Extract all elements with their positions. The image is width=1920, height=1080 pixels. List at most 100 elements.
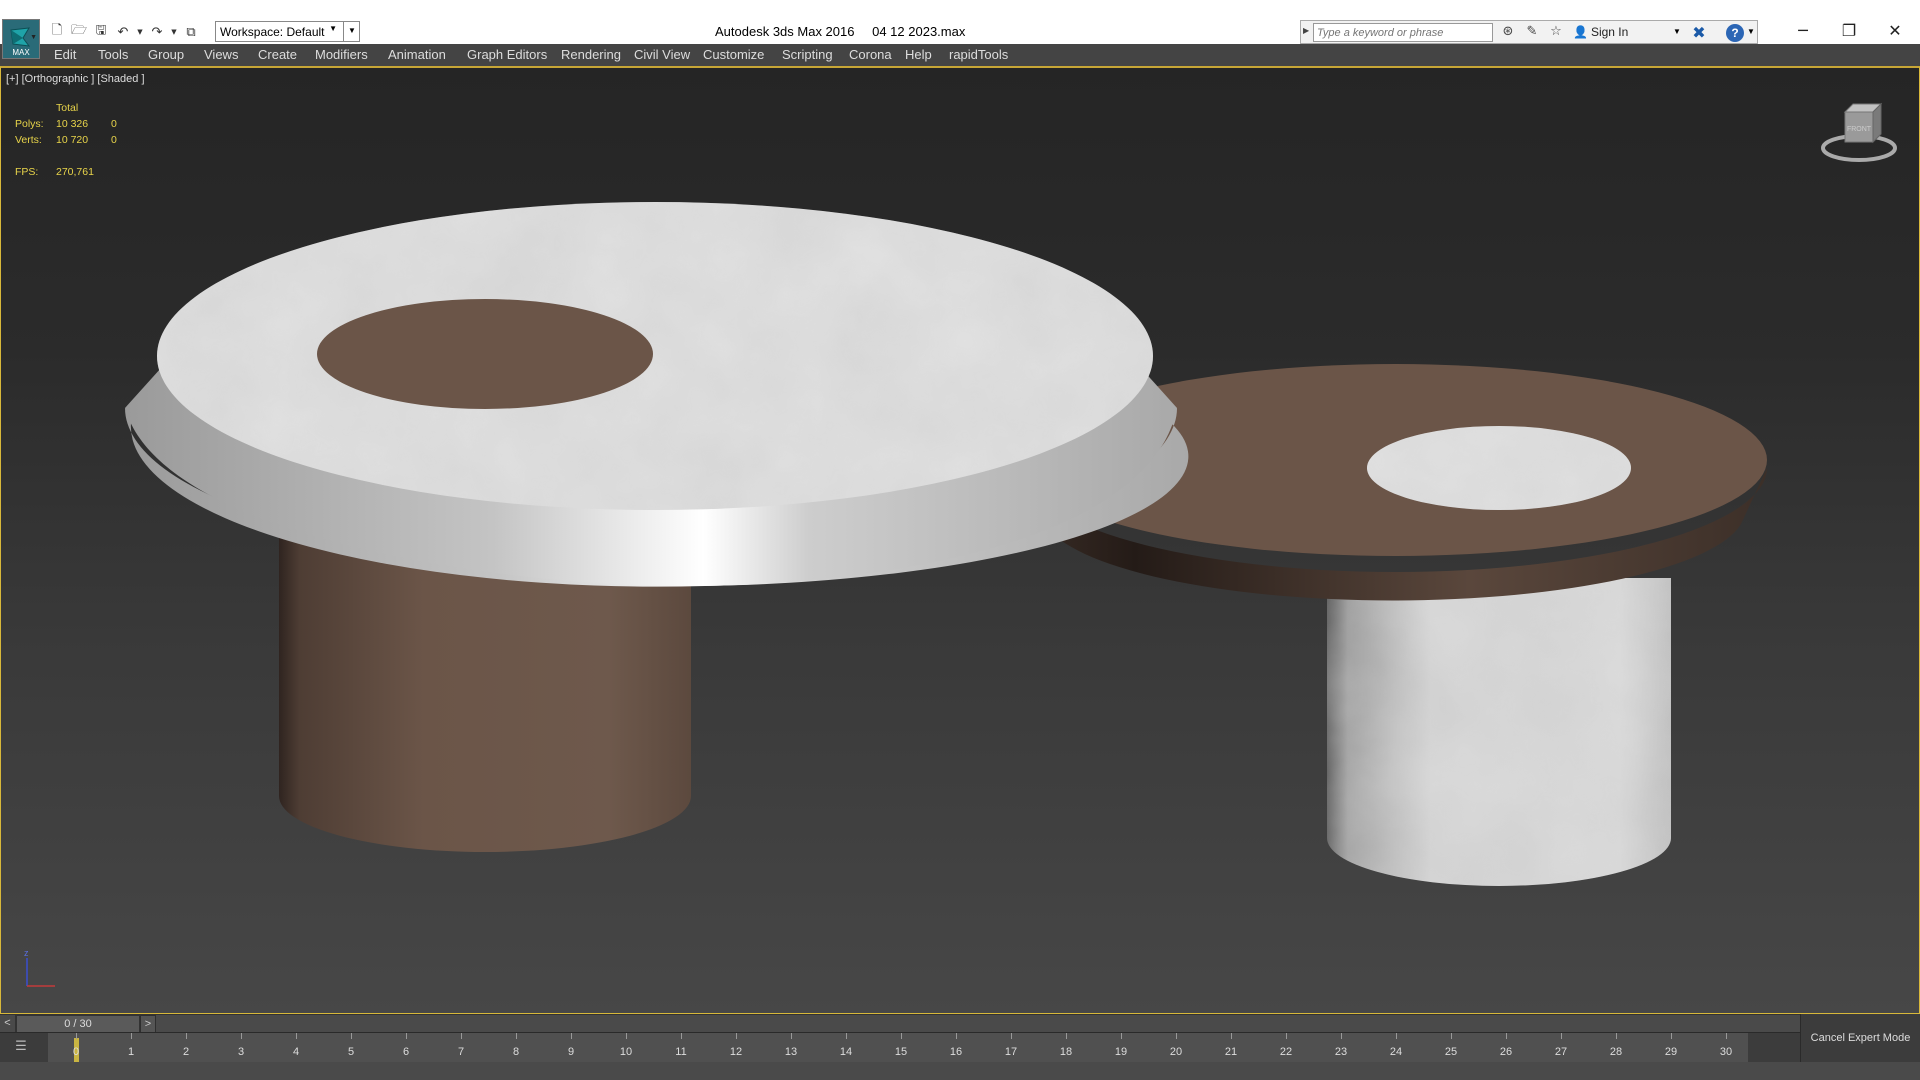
menu-corona[interactable]: Corona [849,47,892,62]
track-bar-tick [1286,1033,1287,1039]
user-icon: 👤 [1573,25,1588,39]
scene-render[interactable] [1,68,1919,1014]
track-bar-tick [846,1033,847,1039]
track-bar-tick-label: 4 [292,1046,300,1058]
track-bar-ruler[interactable]: 0 1 2 3 4 5 6 7 8 9 10 11 12 13 14 15 16 17 18 19 20 21 22 23 24… [48,1033,1748,1063]
minimize-icon[interactable]: ─ [1780,18,1826,44]
project-folder-icon[interactable]: ⧉ [182,23,200,41]
menu-modifiers[interactable]: Modifiers [315,47,368,62]
viewcube[interactable]: FRONT [1819,98,1899,168]
sign-in-label: Sign In [1590,25,1629,39]
app-button-label: MAX [12,48,30,57]
application-menu-button[interactable]: MAX ▼ [2,19,40,59]
app-name: Autodesk 3ds Max 2016 [715,24,855,39]
sign-in-dropdown-icon[interactable]: ▼ [1673,27,1681,36]
title-bar: 🗋 🗁 🖫 ↶ ▼ ↷ ▼ ⧉ Workspace: Default ▼ ▼ A… [0,0,1920,44]
undo-dropdown-icon[interactable]: ▼ [136,23,144,41]
track-bar-tick-label: 27 [1554,1046,1568,1058]
menu-graph-editors[interactable]: Graph Editors [467,47,547,62]
new-file-icon[interactable]: 🗋 [48,23,66,41]
track-bar-tick-label: 14 [839,1046,853,1058]
track-bar-tick [1121,1033,1122,1039]
track-bar-tick-label: 0 [72,1046,80,1058]
sign-in-button[interactable]: 👤 Sign In [1573,25,1628,39]
previous-frame-button[interactable]: < [0,1015,16,1033]
track-bar-tick [461,1033,462,1039]
customize-qat-icon[interactable]: ▼ [343,21,360,42]
open-file-icon[interactable]: 🗁 [70,23,88,41]
close-icon[interactable]: ✕ [1872,18,1918,44]
track-bar-tick-label: 30 [1719,1046,1733,1058]
track-bar-tick [956,1033,957,1039]
track-bar-tick-label: 15 [894,1046,908,1058]
menu-group[interactable]: Group [148,47,184,62]
restore-icon[interactable]: ❐ [1826,18,1872,44]
help-icon[interactable]: ? [1726,24,1744,42]
track-bar-tick-label: 26 [1499,1046,1513,1058]
svg-text:FRONT: FRONT [1847,126,1872,133]
track-bar-tick-label: 29 [1664,1046,1678,1058]
track-bar-tick-label: 20 [1169,1046,1183,1058]
time-slider-thumb[interactable]: 0 / 30 [16,1015,140,1033]
track-bar-tick [406,1033,407,1039]
help-dropdown-icon[interactable]: ▼ [1747,27,1755,36]
track-bar-tick [1011,1033,1012,1039]
chevron-down-icon: ▼ [30,34,37,41]
cancel-expert-mode-button[interactable]: Cancel Expert Mode [1800,1014,1920,1062]
chevron-down-icon: ▼ [329,24,337,33]
track-bar-tick [1726,1033,1727,1039]
track-bar-tick-label: 7 [457,1046,465,1058]
undo-icon[interactable]: ↶ [114,23,132,41]
subscription-icon[interactable]: ✎ [1523,24,1541,42]
menu-create[interactable]: Create [258,47,297,62]
save-file-icon[interactable]: 🖫 [92,23,110,41]
mini-curve-editor-icon[interactable]: ☰ [8,1039,34,1057]
status-bar [0,1062,1920,1080]
track-bar-tick [1506,1033,1507,1039]
menu-scripting[interactable]: Scripting [782,47,833,62]
track-bar-tick-label: 2 [182,1046,190,1058]
menu-animation[interactable]: Animation [388,47,446,62]
track-bar-tick [1451,1033,1452,1039]
menu-customize[interactable]: Customize [703,47,764,62]
search-input[interactable] [1313,23,1493,42]
menu-views[interactable]: Views [204,47,238,62]
exchange-apps-icon[interactable]: ✖ [1689,23,1709,43]
redo-icon[interactable]: ↷ [148,23,166,41]
track-bar-tick [791,1033,792,1039]
left-table-wood-inlay[interactable] [317,299,653,409]
track-bar-tick [76,1033,77,1039]
axis-z-label: z [24,948,29,958]
axis-tripod: z [24,948,55,987]
menu-rapidtools[interactable]: rapidTools [949,47,1008,62]
track-bar-tick-label: 10 [619,1046,633,1058]
track-bar-tick [1396,1033,1397,1039]
track-bar-tick-label: 25 [1444,1046,1458,1058]
track-bar-tick [1561,1033,1562,1039]
menu-edit[interactable]: Edit [54,47,76,62]
track-bar-tick [1616,1033,1617,1039]
menu-civil-view[interactable]: Civil View [634,47,690,62]
left-table[interactable] [125,202,1189,852]
track-bar-tick-label: 19 [1114,1046,1128,1058]
favorites-star-icon[interactable]: ☆ [1547,24,1565,42]
file-name: 04 12 2023.max [872,24,966,39]
workspace-selector[interactable]: Workspace: Default ▼ [215,21,360,42]
collapse-search-icon[interactable]: ▶ [1303,26,1309,35]
workspace-label: Workspace: Default [220,25,325,39]
track-bar[interactable]: ☰ 0 1 2 3 4 5 6 7 8 9 10 11 12 13 14 15 16 17 18 19 20 21 22 23… [0,1032,1800,1063]
menu-tools[interactable]: Tools [98,47,128,62]
redo-dropdown-icon[interactable]: ▼ [170,23,178,41]
track-bar-tick [516,1033,517,1039]
menu-rendering[interactable]: Rendering [561,47,621,62]
track-bar-tick-label: 3 [237,1046,245,1058]
next-frame-button[interactable]: > [140,1015,156,1033]
perspective-viewport[interactable]: [+] [Orthographic ] [Shaded ] Total Poly… [0,66,1920,1014]
menu-help[interactable]: Help [905,47,932,62]
binoculars-icon[interactable]: ⊛ [1499,24,1517,42]
time-slider[interactable]: < 0 / 30 > [0,1014,1800,1033]
track-bar-tick [1066,1033,1067,1039]
track-bar-tick-label: 13 [784,1046,798,1058]
track-bar-tick [626,1033,627,1039]
track-bar-tick-label: 8 [512,1046,520,1058]
